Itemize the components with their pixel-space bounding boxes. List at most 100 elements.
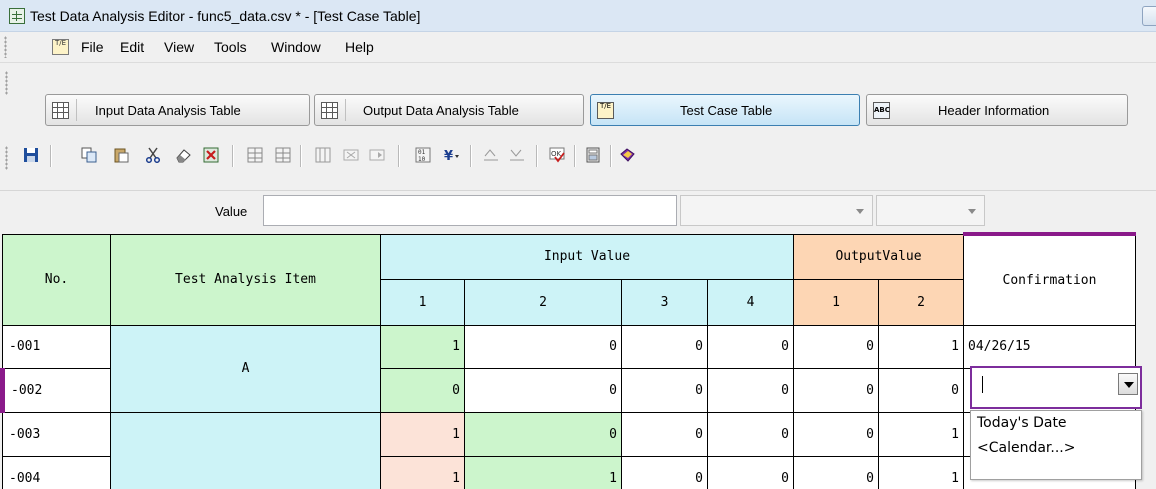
- input-cell[interactable]: 1: [380, 324, 465, 369]
- value-label: Value: [215, 204, 248, 219]
- view-header-information[interactable]: ABC Header Information: [866, 94, 1128, 126]
- option-calendar[interactable]: <Calendar...>: [977, 440, 1075, 456]
- row-number[interactable]: -002: [0, 367, 111, 413]
- input-cell[interactable]: 0: [707, 455, 794, 489]
- test-analysis-item-cell[interactable]: [110, 411, 381, 489]
- header-test-analysis-item: Test Analysis Item: [110, 233, 381, 326]
- input-cell[interactable]: 0: [621, 324, 708, 369]
- row-number[interactable]: -004: [2, 455, 111, 489]
- input-cell[interactable]: 0: [380, 367, 465, 413]
- title-bar: Test Data Analysis Editor - func5_data.c…: [0, 0, 1156, 32]
- input-cell[interactable]: 1: [380, 455, 465, 489]
- input-cell[interactable]: 0: [621, 367, 708, 413]
- output-cell[interactable]: 0: [793, 455, 879, 489]
- input-cell[interactable]: 0: [707, 367, 794, 413]
- header-input-col: 4: [707, 278, 794, 326]
- option-todays-date[interactable]: Today's Date: [977, 415, 1067, 431]
- confirmation-combo-editor[interactable]: [970, 366, 1142, 409]
- confirmation-cell[interactable]: 04/26/15: [963, 324, 1136, 369]
- grip-handle[interactable]: [5, 71, 8, 95]
- separator: [50, 145, 51, 167]
- menu-view[interactable]: View: [164, 39, 194, 55]
- shift-left-icon[interactable]: [340, 144, 362, 166]
- test-analysis-item-cell[interactable]: A: [110, 324, 381, 413]
- expand-col-icon[interactable]: [480, 144, 502, 166]
- window-title: Test Data Analysis Editor - func5_data.c…: [30, 8, 421, 24]
- table-icon: [52, 102, 69, 119]
- view-input-data-analysis-table[interactable]: Input Data Analysis Table: [45, 94, 310, 126]
- menu-help[interactable]: Help: [345, 39, 374, 55]
- input-cell[interactable]: 0: [707, 324, 794, 369]
- separator: [574, 145, 575, 167]
- header-confirmation: Confirmation: [963, 232, 1136, 326]
- separator: [398, 145, 399, 167]
- output-cell[interactable]: 0: [793, 324, 879, 369]
- view-test-case-table[interactable]: T/E Test Case Table: [590, 94, 860, 126]
- input-cell[interactable]: 0: [464, 411, 622, 457]
- input-cell[interactable]: 1: [380, 411, 465, 457]
- shift-right-icon[interactable]: [366, 144, 388, 166]
- paste-icon[interactable]: [110, 144, 132, 166]
- header-input-col: 1: [380, 278, 465, 326]
- header-output-value: OutputValue: [793, 233, 964, 280]
- ok-check-icon[interactable]: OK: [546, 144, 568, 166]
- row-number[interactable]: -001: [2, 324, 111, 369]
- binary-icon[interactable]: 01 10: [412, 144, 434, 166]
- value-select-2[interactable]: [876, 195, 985, 226]
- input-cell[interactable]: 0: [621, 455, 708, 489]
- output-cell[interactable]: 0: [878, 367, 964, 413]
- row-number[interactable]: -003: [2, 411, 111, 457]
- input-cell[interactable]: 0: [707, 411, 794, 457]
- output-cell[interactable]: 0: [793, 411, 879, 457]
- insert-row-icon[interactable]: [244, 144, 266, 166]
- separator: [232, 145, 233, 167]
- svg-text:10: 10: [418, 156, 426, 163]
- filter-icon[interactable]: ¥: [440, 144, 462, 166]
- minimize-button[interactable]: [1142, 6, 1156, 26]
- input-cell[interactable]: 0: [464, 324, 622, 369]
- output-cell[interactable]: 0: [793, 367, 879, 413]
- menu-edit[interactable]: Edit: [120, 39, 144, 55]
- header-input-col: 2: [464, 278, 622, 326]
- svg-text:¥: ¥: [444, 149, 453, 163]
- grid-icon: [9, 8, 25, 24]
- header-no: No.: [2, 233, 111, 326]
- svg-text:OK: OK: [551, 150, 562, 158]
- insert-col-icon[interactable]: [312, 144, 334, 166]
- copy-icon[interactable]: [78, 144, 100, 166]
- book-icon[interactable]: [616, 144, 638, 166]
- output-cell[interactable]: 1: [878, 411, 964, 457]
- divider: [345, 99, 346, 121]
- test-case-icon[interactable]: T/E: [52, 39, 69, 55]
- input-cell[interactable]: 0: [621, 411, 708, 457]
- grip-handle[interactable]: [5, 146, 8, 170]
- header-input-value: Input Value: [380, 233, 794, 280]
- value-select-1[interactable]: [680, 195, 873, 226]
- output-cell[interactable]: 1: [878, 455, 964, 489]
- view-label: Input Data Analysis Table: [95, 103, 241, 118]
- menu-window[interactable]: Window: [271, 39, 321, 55]
- delete-row-icon[interactable]: [272, 144, 294, 166]
- cut-icon[interactable]: [142, 144, 164, 166]
- menu-tools[interactable]: Tools: [214, 39, 247, 55]
- view-output-data-analysis-table[interactable]: Output Data Analysis Table: [314, 94, 584, 126]
- table-icon: [321, 102, 338, 119]
- header-output-col: 2: [878, 278, 964, 326]
- output-cell[interactable]: 1: [878, 324, 964, 369]
- view-label: Test Case Table: [680, 103, 773, 118]
- svg-text:01: 01: [418, 149, 426, 156]
- separator: [300, 145, 301, 167]
- shrink-col-icon[interactable]: [506, 144, 528, 166]
- dropdown-button[interactable]: [1118, 373, 1138, 395]
- eraser-icon[interactable]: [172, 144, 194, 166]
- table-row: -001 A 1 0 0 0 0 1 04/26/15: [2, 324, 1136, 413]
- menu-file[interactable]: File: [81, 39, 104, 55]
- input-cell[interactable]: 1: [464, 455, 622, 489]
- delete-icon[interactable]: [200, 144, 222, 166]
- value-input[interactable]: [263, 195, 677, 226]
- input-cell[interactable]: 0: [464, 367, 622, 413]
- calculator-icon[interactable]: [582, 144, 604, 166]
- separator: [610, 145, 611, 167]
- grip-handle[interactable]: [4, 36, 7, 58]
- save-icon[interactable]: [20, 144, 42, 166]
